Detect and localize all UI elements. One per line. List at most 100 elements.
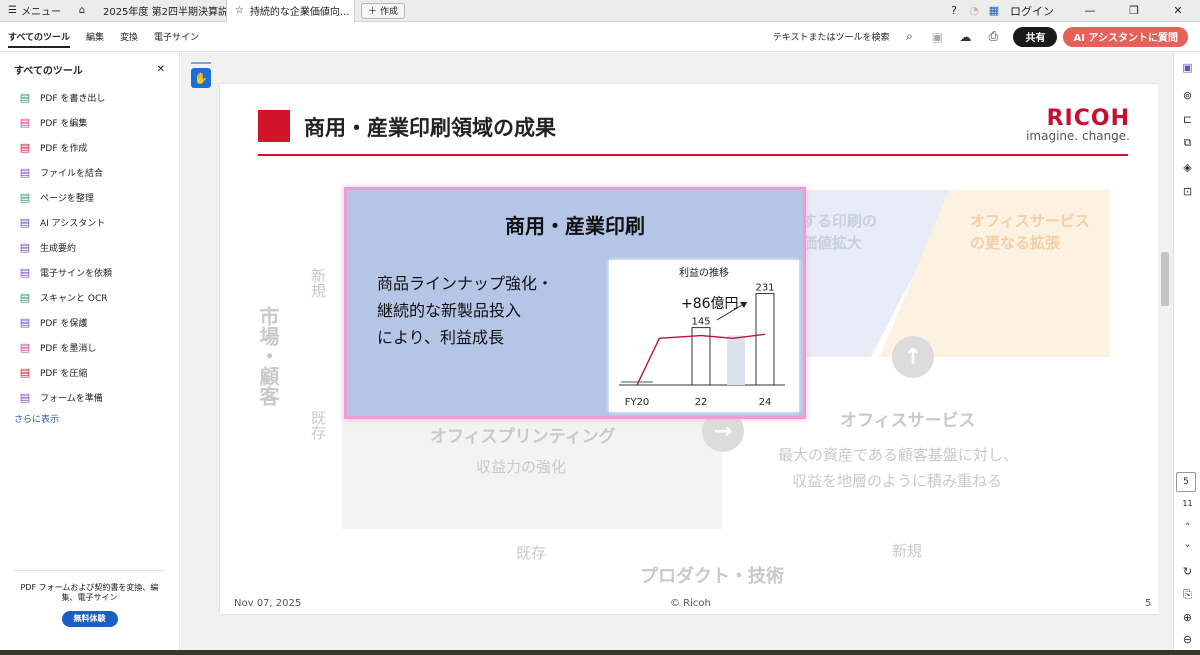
apps-grid-icon[interactable]: ▦ (984, 0, 1004, 22)
close-panel-icon[interactable]: ✕ (157, 64, 165, 75)
tab-label: 2025年度 第2四半期決算説... (102, 7, 227, 18)
tool-item-label: 電子サインを依頼 (40, 269, 113, 279)
quadrant-print-value-text: する印刷の 価値拡大 (802, 212, 878, 252)
help-icon[interactable]: ? (944, 0, 964, 22)
ricoh-logo: RICOH imagine. change. (1020, 106, 1130, 143)
fit-page-icon[interactable]: ⎘ (1174, 586, 1200, 604)
tool-strip-divider (191, 62, 211, 64)
minimize-button[interactable]: — (1068, 0, 1112, 22)
share-button[interactable]: 共有 (1013, 26, 1058, 47)
tool-item[interactable]: ▤ PDF を保護 (18, 310, 179, 335)
slide-footer-page: 5 (1145, 598, 1152, 609)
total-pages: 11 (1182, 499, 1193, 508)
tool-item[interactable]: ▤ ページを整理 (18, 185, 179, 210)
create-pdf-icon: ▤ (19, 141, 31, 154)
highlight-body: 商品ラインナップ強化・ 継続的な新製品投入 により、利益成長 (377, 270, 553, 351)
axis-market-customer: 市場・顧客 (256, 306, 280, 406)
organize-pages-icon: ▤ (19, 191, 31, 204)
slide-page: 商用・産業印刷領域の成果 RICOH imagine. change. する印刷… (220, 84, 1160, 614)
home-icon: ⌂ (78, 5, 86, 16)
bar-value-label: 231 (755, 283, 774, 294)
current-page-input[interactable]: 5 (1176, 472, 1196, 492)
office-services-sub1: 最大の資産である顧客基盤に対し、 (778, 446, 1018, 464)
highlighted-quadrant: 商用・産業印刷 商品ラインナップ強化・ 継続的な新製品投入 により、利益成長 利… (344, 187, 806, 419)
rotate-icon[interactable]: ↻ (1174, 562, 1200, 580)
tab-all-tools[interactable]: すべてのツール (0, 22, 78, 52)
protect-pdf-icon: ▤ (19, 316, 31, 329)
search-tools-label[interactable]: テキストまたはツールを検索 (773, 30, 890, 43)
print-icon[interactable]: ⎙ (979, 22, 1007, 52)
document-tab-1[interactable]: 2025年度 第2四半期決算説... (95, 0, 227, 22)
tool-item[interactable]: ▤ PDF を墨消し (18, 335, 179, 360)
show-more-link[interactable]: さらに表示 (0, 412, 179, 425)
menu-button[interactable]: ☰ メニュー (0, 0, 69, 22)
vertical-scrollbar[interactable] (1158, 52, 1172, 650)
request-signature-icon: ▤ (19, 266, 31, 279)
tool-item[interactable]: ▤ 電子サインを依頼 (18, 260, 179, 285)
app-tab-bar: ☰ メニュー ⌂ 2025年度 第2四半期決算説... ☆ 持続的な企業価値向.… (0, 0, 1200, 22)
chevron-up-icon[interactable]: ˄ (1174, 518, 1200, 536)
home-button[interactable]: ⌂ (69, 0, 95, 22)
office-printing-label: オフィスプリンティング (430, 427, 616, 447)
restore-button[interactable]: ❐ (1112, 0, 1156, 22)
tool-item[interactable]: ▤ 生成要約 (18, 235, 179, 260)
tab-e-sign[interactable]: 電子サイン (146, 22, 207, 52)
tool-item[interactable]: ▤ フォームを準備 (18, 385, 179, 410)
tool-item-label: PDF を圧縮 (40, 369, 88, 379)
axis-new-horizontal: 新規 (892, 542, 923, 560)
tool-item[interactable]: ▤ PDF を作成 (18, 135, 179, 160)
tool-item-label: AI アシスタント (40, 219, 106, 229)
hamburger-icon: ☰ (8, 5, 17, 16)
bookmark-icon[interactable]: ⊚ (1174, 86, 1200, 104)
cloud-upload-icon[interactable]: ☁ (951, 22, 979, 52)
zoom-out-icon[interactable]: ⊖ (1174, 630, 1200, 648)
layers-icon[interactable]: ◈ (1174, 158, 1200, 176)
search-icon[interactable]: ⌕ (895, 22, 923, 52)
tab-edit[interactable]: 編集 (78, 22, 112, 52)
zoom-in-icon[interactable]: ⊕ (1174, 608, 1200, 626)
notification-bell-icon[interactable]: ◔ (964, 0, 984, 22)
tool-item[interactable]: ▤ PDF を圧縮 (18, 360, 179, 385)
star-icon[interactable]: ☆ (235, 5, 244, 16)
new-tab-button[interactable]: ＋ 作成 (360, 2, 405, 19)
axis-product-technology: プロダクト・技術 (640, 566, 784, 587)
save-icon[interactable]: ▣ (923, 22, 951, 52)
tool-item[interactable]: ▤ PDF を書き出し (18, 85, 179, 110)
tab-convert[interactable]: 変換 (112, 22, 146, 52)
profit-chart: 利益の推移 FY20 145 22 231 24 +86億円 (609, 260, 799, 412)
ai-assistant-label: AI アシスタントに質問 (1073, 33, 1178, 44)
lock-icon[interactable]: ⊡ (1174, 182, 1200, 200)
tool-item-label: PDF を書き出し (40, 94, 106, 104)
chevron-down-icon[interactable]: ˅ (1174, 540, 1200, 558)
document-tab-2[interactable]: ☆ 持続的な企業価値向... (226, 0, 355, 22)
free-trial-button[interactable]: 無料体験 (61, 611, 118, 627)
highlight-title: 商用・産業印刷 (505, 214, 645, 238)
pages-icon[interactable]: ⧉ (1174, 134, 1200, 152)
tool-item[interactable]: ▤ AI アシスタント (18, 210, 179, 235)
slide-footer-copyright: © Ricoh (670, 598, 711, 609)
hand-tool-icon[interactable]: ✋ (191, 68, 211, 88)
close-window-button[interactable]: ✕ (1156, 0, 1200, 22)
combine-files-icon: ▤ (19, 166, 31, 179)
attach-icon[interactable]: ⊏ (1174, 110, 1200, 128)
tool-item-label: PDF を保護 (40, 319, 88, 329)
panel-title: すべてのツール (14, 66, 83, 77)
tool-item-label: PDF を作成 (40, 144, 88, 154)
arrow-up-icon: ↑ (892, 336, 934, 378)
axis-new-vertical: 新規 (309, 268, 327, 298)
office-services-label: オフィスサービス (840, 411, 976, 431)
edit-pdf-icon: ▤ (19, 116, 31, 129)
login-button[interactable]: ログイン (1004, 3, 1068, 19)
ai-assistant-button[interactable]: AI アシスタントに質問 (1063, 26, 1188, 47)
tool-item[interactable]: ▤ スキャンと OCR (18, 285, 179, 310)
comment-panel-icon[interactable]: ▣ (1174, 58, 1200, 76)
scrollbar-thumb[interactable] (1161, 252, 1169, 306)
tool-item[interactable]: ▤ ファイルを結合 (18, 160, 179, 185)
compress-pdf-icon: ▤ (19, 366, 31, 379)
quadrant-office-services-ext-text: オフィスサービス の更なる拡張 (970, 212, 1090, 252)
tool-item[interactable]: ▤ PDF を編集 (18, 110, 179, 135)
logo-tagline: imagine. change. (1026, 129, 1130, 143)
plus-icon: ＋ (367, 7, 377, 17)
main-toolbar: すべてのツール 編集 変換 電子サイン テキストまたはツールを検索 ⌕ ▣ ☁ … (0, 22, 1200, 52)
profit-chart-svg: 利益の推移 FY20 145 22 231 24 +86億円 (619, 266, 785, 408)
